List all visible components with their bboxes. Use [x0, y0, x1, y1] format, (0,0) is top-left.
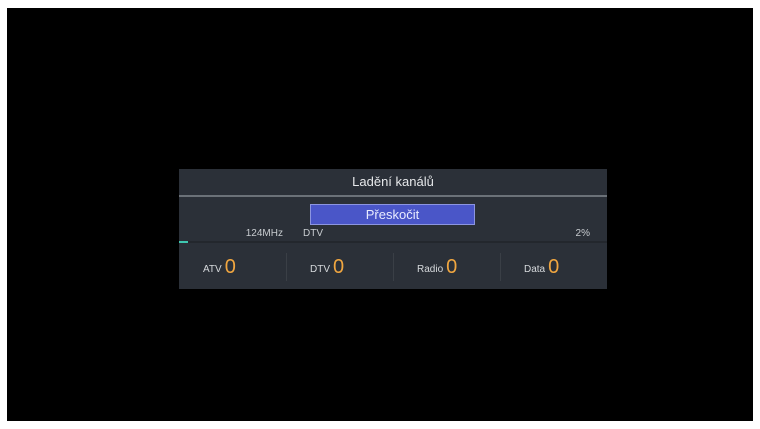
counter-value-radio: 0: [446, 255, 458, 278]
counter-data: Data 0: [500, 247, 607, 287]
counter-label-atv: ATV: [203, 263, 222, 275]
counter-label-dtv: DTV: [310, 263, 330, 275]
channel-counters: ATV 0 DTV 0 Radio 0 Data 0: [179, 247, 607, 287]
frequency-readout: 124MHz: [245, 228, 283, 239]
dialog-title: Ladění kanálů: [352, 174, 434, 189]
counter-label-radio: Radio: [417, 263, 444, 275]
counter-value-atv: 0: [224, 255, 236, 278]
counter-value-dtv: 0: [333, 255, 345, 278]
scan-progress-bar: [179, 241, 607, 243]
title-divider: [179, 195, 607, 197]
skip-button[interactable]: Přeskočit: [310, 204, 475, 225]
counter-label-data: Data: [524, 263, 546, 275]
counter-radio: Radio 0: [393, 247, 500, 287]
counter-atv: ATV 0: [179, 247, 286, 287]
tv-screen: Ladění kanálů Přeskočit 124MHz DTV 2% AT…: [7, 8, 753, 421]
progress-percent: 2%: [575, 228, 590, 239]
counter-value-data: 0: [548, 255, 560, 278]
counter-dtv: DTV 0: [286, 247, 393, 287]
scan-mode-label: DTV: [303, 228, 323, 239]
channel-scan-dialog: Ladění kanálů Přeskočit 124MHz DTV 2% AT…: [179, 169, 607, 289]
scan-progress-fill: [179, 241, 188, 243]
